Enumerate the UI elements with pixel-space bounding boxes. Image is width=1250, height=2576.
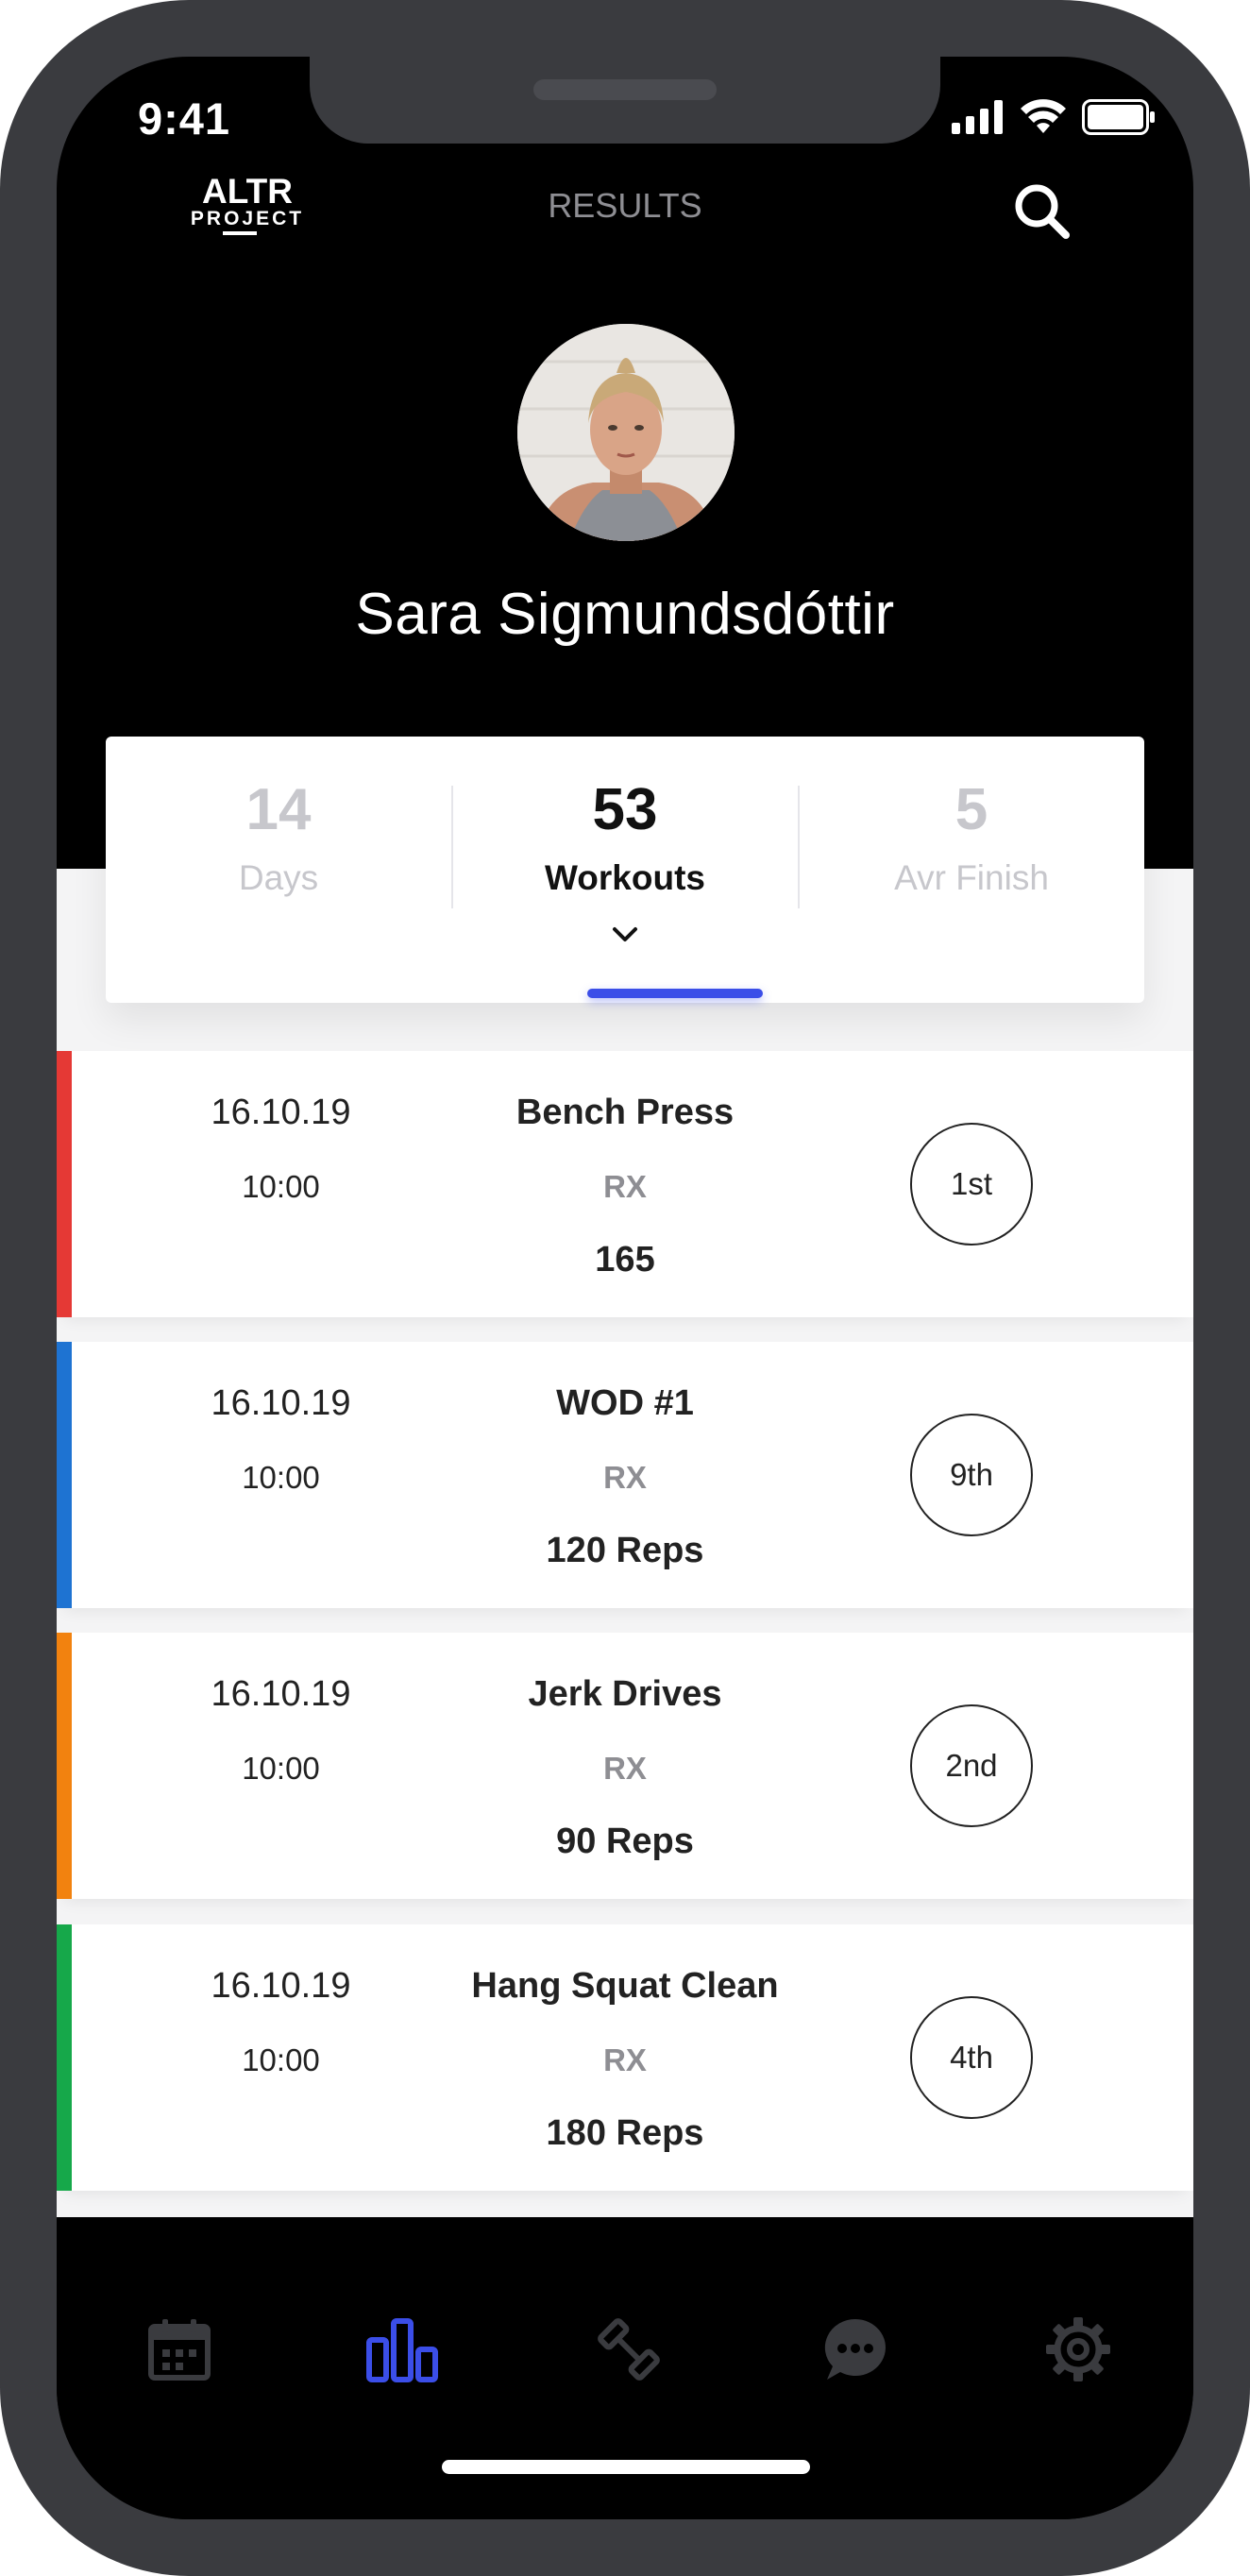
tab-settings[interactable] — [1040, 2312, 1116, 2387]
category-color-bar — [57, 1633, 72, 1899]
category-color-bar — [57, 1924, 72, 2191]
stat-days[interactable]: 14 Days — [106, 737, 451, 925]
stat-workouts[interactable]: 53 Workouts — [452, 737, 798, 925]
stat-days-label: Days — [238, 858, 319, 897]
stats-card: 14 Days 53 Workouts 5 Avr Finish — [106, 737, 1144, 1003]
workout-score: 165 — [595, 1240, 655, 1280]
result-time: 10:00 — [242, 1751, 320, 1786]
workout-level: RX — [603, 1751, 647, 1786]
avatar[interactable] — [517, 324, 735, 541]
workout-name: Bench Press — [515, 1093, 735, 1132]
tab-bar — [57, 2217, 1193, 2519]
profile-photo — [517, 324, 735, 541]
result-row[interactable]: 16.10.19 10:00 Bench Press RX 165 1st — [57, 1051, 1193, 1317]
rank-badge: 4th — [910, 1996, 1033, 2119]
calendar-icon — [148, 2319, 211, 2381]
workout-score: 90 Reps — [556, 1822, 694, 1861]
phone-frame: 9:41 ALTR PROJECT RESULTS Sara Sigmundsd… — [0, 0, 1250, 2576]
wifi-icon — [1021, 99, 1066, 133]
stat-avr-finish[interactable]: 5 Avr Finish — [799, 737, 1144, 925]
category-color-bar — [57, 1342, 72, 1608]
workout-name: WOD #1 — [556, 1383, 694, 1423]
stat-avr-finish-value: 5 — [954, 777, 988, 842]
result-row[interactable]: 16.10.19 10:00 Jerk Drives RX 90 Reps 2n… — [57, 1633, 1193, 1899]
category-color-bar — [57, 1051, 72, 1317]
workout-score: 180 Reps — [546, 2113, 704, 2153]
gear-icon — [1046, 2317, 1110, 2381]
result-time: 10:00 — [242, 1460, 320, 1495]
logo-underline — [223, 231, 257, 235]
result-row[interactable]: 16.10.19 10:00 WOD #1 RX 120 Reps 9th — [57, 1342, 1193, 1608]
workout-level: RX — [603, 2042, 647, 2077]
chevron-down-icon[interactable] — [611, 925, 639, 944]
result-row[interactable]: 16.10.19 10:00 Hang Squat Clean RX 180 R… — [57, 1924, 1193, 2191]
workout-level: RX — [603, 1460, 647, 1495]
result-date: 16.10.19 — [211, 1383, 351, 1423]
rank-badge: 2nd — [910, 1704, 1033, 1827]
workout-name: Hang Squat Clean — [471, 1966, 779, 2006]
dumbbell-icon — [598, 2318, 660, 2381]
active-stat-indicator — [587, 989, 763, 998]
earpiece-speaker — [533, 79, 717, 100]
status-icons — [952, 96, 1156, 138]
stat-workouts-label: Workouts — [545, 858, 705, 897]
results-bar-chart-icon — [366, 2318, 438, 2382]
status-time: 9:41 — [138, 93, 231, 144]
rank-badge: 1st — [910, 1123, 1033, 1246]
result-date: 16.10.19 — [211, 1093, 351, 1132]
chat-bubble-icon — [824, 2318, 886, 2380]
search-icon — [1015, 184, 1070, 239]
result-time: 10:00 — [242, 1169, 320, 1204]
search-button[interactable] — [1011, 180, 1073, 243]
cellular-signal-icon — [952, 100, 1003, 134]
stat-days-value: 14 — [245, 777, 312, 842]
tab-messages[interactable] — [818, 2312, 893, 2387]
app-screen: 9:41 ALTR PROJECT RESULTS Sara Sigmundsd… — [57, 57, 1193, 2519]
workout-score: 120 Reps — [546, 1531, 704, 1570]
home-indicator[interactable] — [442, 2460, 810, 2474]
result-time: 10:00 — [242, 2042, 320, 2077]
tab-workouts[interactable] — [591, 2312, 667, 2387]
stat-avr-finish-label: Avr Finish — [894, 858, 1049, 897]
result-date: 16.10.19 — [211, 1966, 351, 2006]
rank-badge: 9th — [910, 1414, 1033, 1536]
workout-name: Jerk Drives — [528, 1674, 722, 1714]
tab-calendar[interactable] — [142, 2312, 217, 2387]
workout-level: RX — [603, 1169, 647, 1204]
tab-results[interactable] — [364, 2312, 440, 2387]
stat-workouts-value: 53 — [592, 777, 658, 842]
result-date: 16.10.19 — [211, 1674, 351, 1714]
profile-name: Sara Sigmundsdóttir — [355, 582, 895, 647]
battery-icon — [1082, 99, 1155, 135]
